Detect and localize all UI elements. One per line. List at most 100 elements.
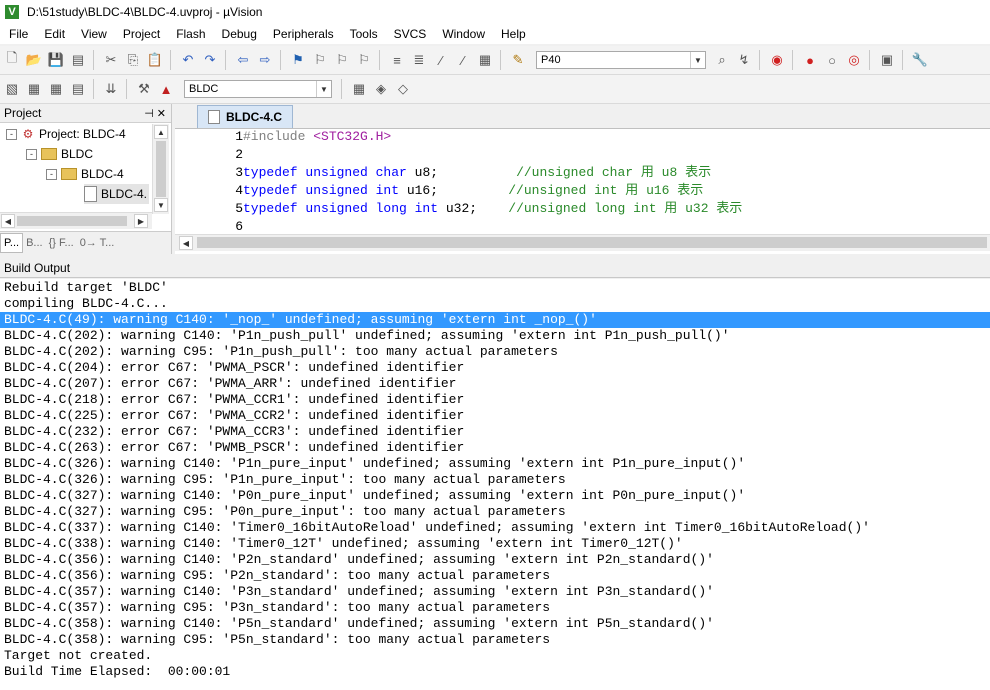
- build-output-line[interactable]: BLDC-4.C(357): warning C140: 'P3n_standa…: [0, 584, 990, 600]
- open-file-icon[interactable]: 📂: [24, 50, 44, 70]
- download-icon[interactable]: ⇊: [101, 79, 121, 99]
- editor-horizontal-scrollbar[interactable]: ◀: [175, 234, 990, 251]
- code-area[interactable]: 1#include <STC32G.H> 2 3typedef unsigned c…: [175, 128, 990, 234]
- build-output-line[interactable]: BLDC-4.C(207): error C67: 'PWMA_ARR': un…: [0, 376, 990, 392]
- menu-debug[interactable]: Debug: [213, 27, 264, 41]
- paste-icon[interactable]: 📋: [145, 50, 165, 70]
- comment-icon[interactable]: ⁄: [431, 50, 451, 70]
- scroll-thumb[interactable]: [197, 237, 987, 248]
- menu-help[interactable]: Help: [492, 27, 533, 41]
- menu-file[interactable]: File: [0, 27, 35, 41]
- menu-window[interactable]: Window: [433, 27, 492, 41]
- tree-item-project[interactable]: - ⚙ Project: BLDC-4: [6, 124, 126, 144]
- save-icon[interactable]: 💾: [46, 50, 66, 70]
- build-output-line[interactable]: BLDC-4.C(218): error C67: 'PWMA_CCR1': u…: [0, 392, 990, 408]
- build-output-line[interactable]: BLDC-4.C(357): warning C95: 'P3n_standar…: [0, 600, 990, 616]
- build-icon[interactable]: ▦: [24, 79, 44, 99]
- tab-templates[interactable]: 0→ T...: [77, 234, 118, 252]
- target-combo[interactable]: BLDC ▼: [184, 80, 332, 98]
- packs-icon[interactable]: ▦: [349, 79, 369, 99]
- find-in-files-icon[interactable]: ▦: [475, 50, 495, 70]
- save-all-icon[interactable]: ▤: [68, 50, 88, 70]
- build-output-line[interactable]: BLDC-4.C(327): warning C95: 'P0n_pure_in…: [0, 504, 990, 520]
- tree-item-file[interactable]: BLDC-4.: [84, 184, 150, 204]
- build-output-line[interactable]: BLDC-4.C(263): error C67: 'PWMB_PSCR': u…: [0, 440, 990, 456]
- build-output-pane[interactable]: Rebuild target 'BLDC' compiling BLDC-4.C.…: [0, 279, 990, 690]
- code-line[interactable]: 5typedef unsigned long int u32; //unsign…: [175, 200, 742, 218]
- nav-back-icon[interactable]: ⇦: [233, 50, 253, 70]
- build-output-line[interactable]: Rebuild target 'BLDC': [0, 280, 990, 296]
- menu-project[interactable]: Project: [114, 27, 167, 41]
- tree-item-group[interactable]: - BLDC-4: [46, 164, 124, 184]
- build-output-line[interactable]: BLDC-4.C(202): warning C95: 'P1n_push_pu…: [0, 344, 990, 360]
- build-output-line[interactable]: BLDC-4.C(358): warning C95: 'P5n_standar…: [0, 632, 990, 648]
- translate-icon[interactable]: ▧: [2, 79, 22, 99]
- tab-books[interactable]: B...: [23, 234, 46, 252]
- cut-icon[interactable]: ✂: [101, 50, 121, 70]
- build-output-line[interactable]: BLDC-4.C(338): warning C140: 'Timer0_12T…: [0, 536, 990, 552]
- prev-bookmark-icon[interactable]: ⚐: [310, 50, 330, 70]
- scroll-thumb[interactable]: [156, 141, 166, 197]
- debug-icon[interactable]: ◉: [767, 50, 787, 70]
- build-output-line[interactable]: BLDC-4.C(356): warning C140: 'P2n_standa…: [0, 552, 990, 568]
- find-in-files-toolbar-icon[interactable]: ✎: [508, 50, 528, 70]
- tree-item-target[interactable]: - BLDC: [26, 144, 93, 164]
- batch-build-icon[interactable]: ▤: [68, 79, 88, 99]
- rebuild-icon[interactable]: ▦: [46, 79, 66, 99]
- scroll-left-icon[interactable]: ◀: [1, 214, 15, 228]
- configure-icon[interactable]: 🔧: [910, 50, 930, 70]
- new-file-icon[interactable]: 🗋: [2, 50, 22, 70]
- collapse-icon[interactable]: -: [26, 148, 37, 160]
- collapse-icon[interactable]: -: [6, 128, 17, 140]
- menu-edit[interactable]: Edit: [35, 27, 72, 41]
- copy-icon[interactable]: ⎘: [123, 50, 143, 70]
- breakpoint-icon[interactable]: ●: [800, 50, 820, 70]
- undo-icon[interactable]: ↶: [178, 50, 198, 70]
- menu-tools[interactable]: Tools: [341, 27, 385, 41]
- menu-svcs[interactable]: SVCS: [385, 27, 434, 41]
- build-output-line[interactable]: Build Time Elapsed: 00:00:01: [0, 664, 990, 680]
- pack-installer-icon[interactable]: ◇: [393, 79, 413, 99]
- build-output-line[interactable]: BLDC-4.C(337): warning C140: 'Timer0_16b…: [0, 520, 990, 536]
- kill-breakpoints-icon[interactable]: ◎: [844, 50, 864, 70]
- window-config-icon[interactable]: ▣: [877, 50, 897, 70]
- scroll-down-icon[interactable]: ▼: [154, 198, 168, 212]
- next-bookmark-icon[interactable]: ⚐: [332, 50, 352, 70]
- code-line[interactable]: 4typedef unsigned int u16; //unsigned in…: [175, 182, 703, 200]
- rte-icon[interactable]: ◈: [371, 79, 391, 99]
- find-combo[interactable]: P40 ▼: [536, 51, 706, 69]
- target-options-icon[interactable]: ⚒: [134, 79, 154, 99]
- build-output-line[interactable]: BLDC-4.C(202): warning C140: 'P1n_push_p…: [0, 328, 990, 344]
- build-output-line[interactable]: BLDC-4.C(358): warning C140: 'P5n_standa…: [0, 616, 990, 632]
- collapse-icon[interactable]: -: [46, 168, 57, 180]
- redo-icon[interactable]: ↷: [200, 50, 220, 70]
- nav-forward-icon[interactable]: ⇨: [255, 50, 275, 70]
- find-icon[interactable]: ↯: [734, 50, 754, 70]
- build-output-line[interactable]: BLDC-4.C(327): warning C140: 'P0n_pure_i…: [0, 488, 990, 504]
- bookmark-icon[interactable]: ⚑: [288, 50, 308, 70]
- chevron-down-icon[interactable]: ▼: [316, 81, 331, 97]
- scroll-thumb[interactable]: [17, 216, 127, 226]
- project-horizontal-scrollbar[interactable]: ◀ ▶: [0, 212, 152, 229]
- menu-peripherals[interactable]: Peripherals: [264, 27, 341, 41]
- menu-view[interactable]: View: [72, 27, 114, 41]
- manage-project-icon[interactable]: ▲: [156, 79, 176, 99]
- build-output-line[interactable]: BLDC-4.C(232): error C67: 'PWMA_CCR3': u…: [0, 424, 990, 440]
- tab-project[interactable]: P...: [0, 233, 24, 253]
- scroll-right-icon[interactable]: ▶: [134, 214, 148, 228]
- menu-flash[interactable]: Flash: [167, 27, 212, 41]
- uncomment-icon[interactable]: ⁄: [453, 50, 473, 70]
- build-output-line[interactable]: BLDC-4.C(356): warning C95: 'P2n_standar…: [0, 568, 990, 584]
- build-output-line[interactable]: BLDC-4.C(49): warning C140: '_nop_' unde…: [0, 312, 990, 328]
- pin-icon[interactable]: ⊣: [144, 107, 154, 120]
- incremental-find-icon[interactable]: ⌕: [712, 50, 732, 70]
- chevron-down-icon[interactable]: ▼: [690, 52, 705, 68]
- build-output-line[interactable]: BLDC-4.C(225): error C67: 'PWMA_CCR2': u…: [0, 408, 990, 424]
- code-line[interactable]: 3typedef unsigned char u8; //unsigned ch…: [175, 164, 711, 182]
- build-output-line[interactable]: compiling BLDC-4.C...: [0, 296, 990, 312]
- build-output-line[interactable]: Target not created.: [0, 648, 990, 664]
- build-output-line[interactable]: BLDC-4.C(204): error C67: 'PWMA_PSCR': u…: [0, 360, 990, 376]
- indent-icon[interactable]: ≡: [387, 50, 407, 70]
- code-line[interactable]: 1#include <STC32G.H>: [175, 128, 391, 146]
- scroll-up-icon[interactable]: ▲: [154, 125, 168, 139]
